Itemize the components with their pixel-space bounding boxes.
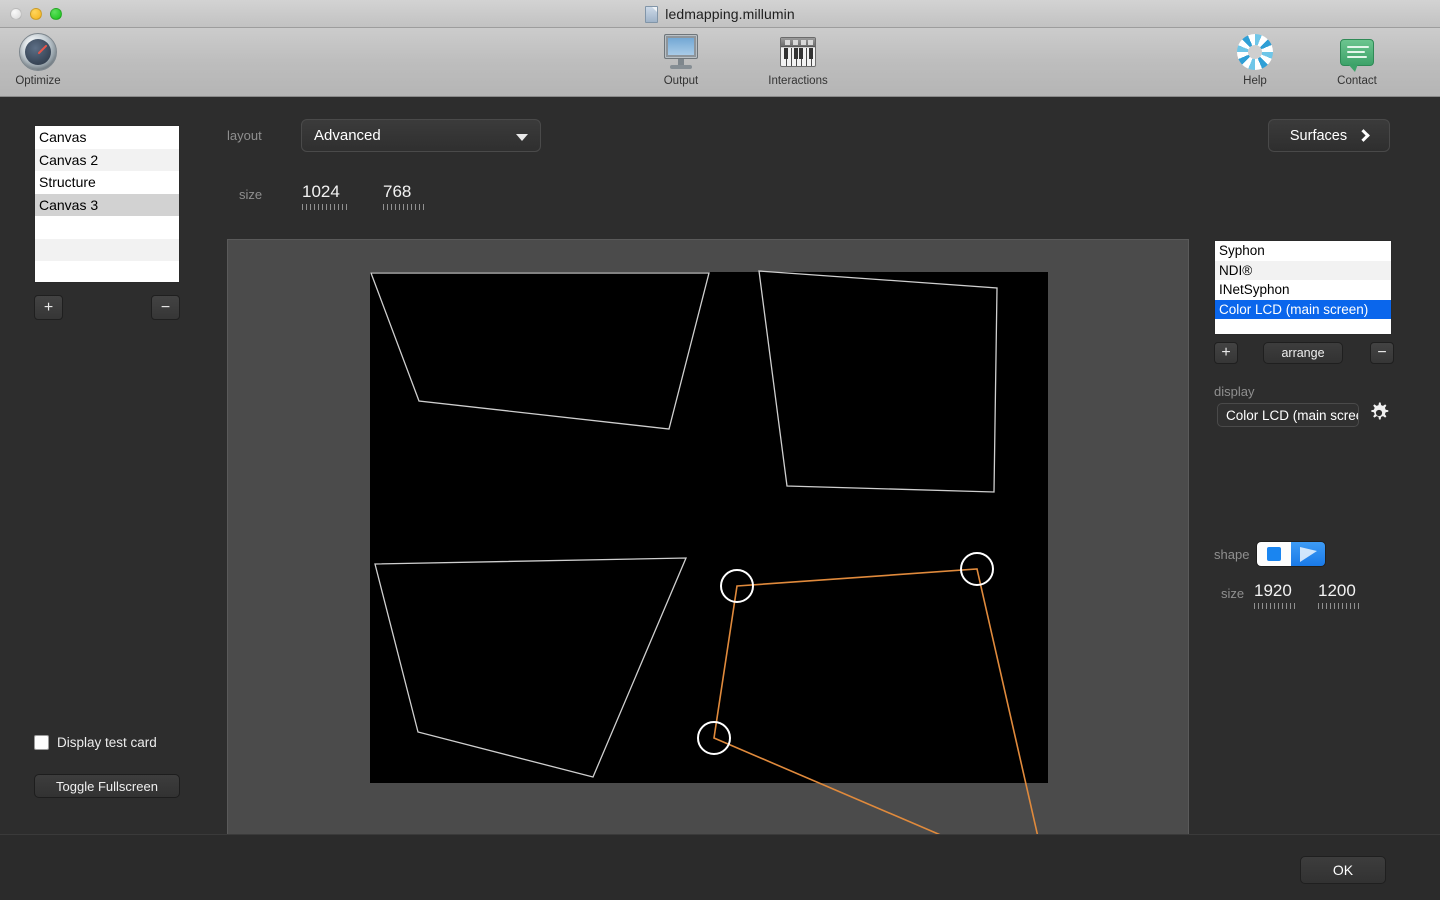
midi-keyboard-icon [780,31,816,73]
footer-bar: OK [0,834,1440,900]
source-list[interactable]: Syphon NDI® INetSyphon Color LCD (main s… [1214,240,1392,335]
toolbar-label-interactions: Interactions [768,75,828,87]
stepper-ticks [383,204,425,210]
display-test-card-checkbox[interactable] [34,735,49,750]
list-item[interactable]: Syphon [1215,241,1391,261]
shape-toggle[interactable] [1256,541,1326,567]
layout-dropdown[interactable]: Advanced [301,119,541,152]
stepper-ticks [302,204,350,210]
surface-bottom-left[interactable] [374,557,687,778]
add-canvas-button[interactable]: + [34,295,63,320]
list-item-selected[interactable]: Canvas 3 [35,193,179,216]
toolbar-item-contact[interactable]: Contact [1311,31,1403,87]
speech-bubble-icon [1340,31,1374,73]
gauge-icon [19,31,57,73]
toolbar-item-optimize[interactable]: Optimize [0,31,84,87]
surfaces-overlay [370,270,1065,898]
canvas-size-label: size [239,187,263,202]
list-item[interactable] [35,261,179,282]
app-window: ledmapping.millumin Optimize Output Inte… [0,0,1440,900]
canvas-list[interactable]: Canvas Canvas 2 Structure Canvas 3 [34,125,180,283]
list-item[interactable]: Structure [35,171,179,194]
window-title-group: ledmapping.millumin [0,0,1440,28]
main-body: Canvas Canvas 2 Structure Canvas 3 + − D… [0,97,1440,900]
gear-icon[interactable] [1368,402,1390,424]
layout-label: layout [227,128,262,143]
quad-shape-icon [1299,546,1317,562]
surface-top-left[interactable] [370,272,710,430]
list-item[interactable]: Canvas [35,126,179,149]
shape-rect-option[interactable] [1257,542,1291,566]
toolbar: Optimize Output Interactions Help Contac… [0,28,1440,97]
surfaces-button[interactable]: Surfaces [1268,119,1390,152]
list-item[interactable] [35,216,179,239]
toolbar-item-interactions[interactable]: Interactions [752,31,844,87]
stepper-ticks [1318,603,1362,609]
display-label: display [1214,384,1255,399]
list-item[interactable]: NDI® [1215,260,1391,280]
titlebar: ledmapping.millumin [0,0,1440,28]
canvas-height-value: 768 [383,182,412,201]
shape-quad-option[interactable] [1291,542,1325,566]
canvas-width-stepper[interactable]: 1024 [302,182,350,210]
output-stage[interactable] [227,239,1189,900]
toolbar-item-output[interactable]: Output [635,31,727,87]
toolbar-label-optimize: Optimize [15,75,61,87]
stepper-ticks [1254,603,1298,609]
add-source-button[interactable]: + [1214,342,1238,364]
toolbar-label-output: Output [663,75,699,87]
display-height-value: 1200 [1318,581,1356,600]
list-item[interactable]: INetSyphon [1215,280,1391,300]
lifebuoy-icon [1237,31,1273,73]
remove-canvas-button[interactable]: − [151,295,180,320]
toolbar-label-contact: Contact [1337,75,1377,87]
toolbar-label-help: Help [1243,75,1267,87]
arrange-button[interactable]: arrange [1263,342,1343,364]
remove-source-button[interactable]: − [1370,342,1394,364]
toggle-fullscreen-button[interactable]: Toggle Fullscreen [34,774,180,798]
display-height-stepper[interactable]: 1200 [1318,581,1362,609]
list-item[interactable]: Canvas 2 [35,148,179,171]
canvas-width-value: 1024 [302,182,340,201]
canvas-height-stepper[interactable]: 768 [383,182,425,210]
shape-label: shape [1214,547,1250,562]
display-test-card-row[interactable]: Display test card [34,735,157,750]
window-title: ledmapping.millumin [665,6,795,22]
display-width-stepper[interactable]: 1920 [1254,581,1298,609]
ok-button[interactable]: OK [1300,856,1386,884]
toolbar-item-help[interactable]: Help [1209,31,1301,87]
list-item[interactable] [35,238,179,261]
monitor-icon [663,31,699,73]
display-width-value: 1920 [1254,581,1292,600]
surfaces-button-label: Surfaces [1289,127,1348,144]
display-dropdown[interactable]: Color LCD (main screen) [1217,403,1359,427]
list-item-selected[interactable]: Color LCD (main screen) [1215,299,1391,319]
document-icon [645,5,659,23]
list-item[interactable] [1215,319,1391,334]
display-size-label: size [1221,586,1245,601]
surface-top-right[interactable] [758,270,998,493]
display-test-card-label: Display test card [57,735,157,750]
rectangle-shape-icon [1267,547,1281,561]
chevron-down-icon [516,134,528,141]
layout-dropdown-value: Advanced [314,127,381,144]
chevron-right-icon [1357,129,1370,142]
